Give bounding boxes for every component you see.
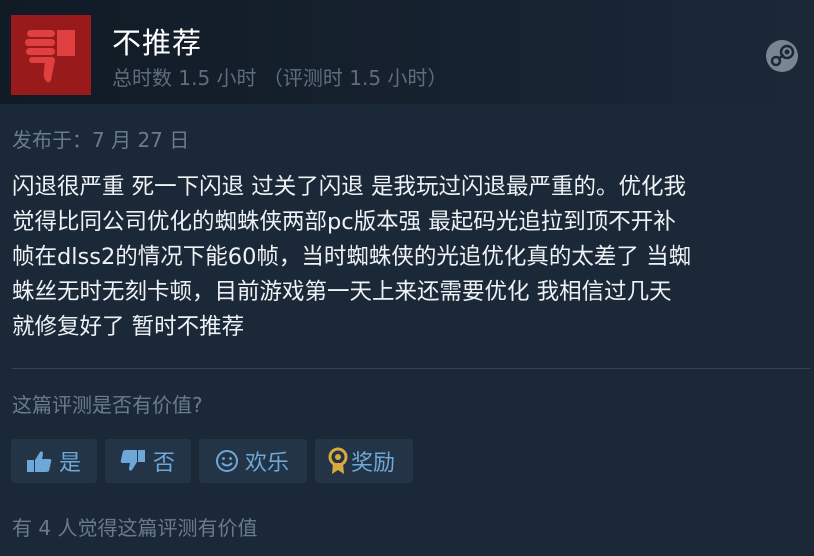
vote-no-button[interactable]: 否 bbox=[105, 439, 191, 483]
vote-yes-button[interactable]: 是 bbox=[11, 439, 97, 483]
thumbs-down-icon bbox=[25, 30, 75, 83]
helpful-question: 这篇评测是否有价值? bbox=[12, 393, 203, 417]
vote-no-label: 否 bbox=[153, 451, 176, 476]
award-button[interactable]: 奖励 bbox=[315, 439, 413, 483]
review-line: 蛛丝无时无刻卡顿，目前游戏第一天上来还需要优化 我相信过几天 bbox=[12, 279, 672, 305]
thumbs-down-icon bbox=[113, 449, 153, 473]
review-body: 闪退很严重 死一下闪退 过关了闪退 是我玩过闪退最严重的。优化我 觉得比同公司优… bbox=[12, 170, 802, 345]
vote-funny-button[interactable]: 欢乐 bbox=[199, 439, 307, 483]
review-line: 觉得比同公司优化的蜘蛛侠两部pc版本强 最起码光追拉到顶不开补 bbox=[12, 209, 676, 235]
award-label: 奖励 bbox=[351, 451, 396, 476]
posted-date: 发布于：7 月 27 日 bbox=[12, 128, 190, 152]
review-line: 就修复好了 暂时不推荐 bbox=[12, 314, 245, 340]
review-verdict-title: 不推荐 bbox=[112, 26, 203, 60]
steam-logo-icon bbox=[766, 40, 798, 72]
vote-funny-label: 欢乐 bbox=[245, 451, 290, 476]
award-medal-icon bbox=[325, 447, 351, 475]
not-recommended-badge bbox=[11, 15, 91, 95]
divider bbox=[12, 368, 810, 369]
playtime-text: 总时数 1.5 小时 （评测时 1.5 小时） bbox=[112, 66, 448, 90]
review-header: 不推荐 总时数 1.5 小时 （评测时 1.5 小时） bbox=[0, 0, 814, 104]
vote-yes-label: 是 bbox=[59, 451, 82, 476]
review-line: 闪退很严重 死一下闪退 过关了闪退 是我玩过闪退最严重的。优化我 bbox=[12, 174, 686, 200]
smiley-icon bbox=[209, 449, 245, 473]
helpful-count: 有 4 人觉得这篇评测有价值 bbox=[12, 516, 258, 540]
review-line: 帧在dlss2的情况下能60帧，当时蜘蛛侠的光追优化真的太差了 当蜘 bbox=[12, 244, 692, 270]
thumbs-up-icon bbox=[19, 449, 59, 473]
